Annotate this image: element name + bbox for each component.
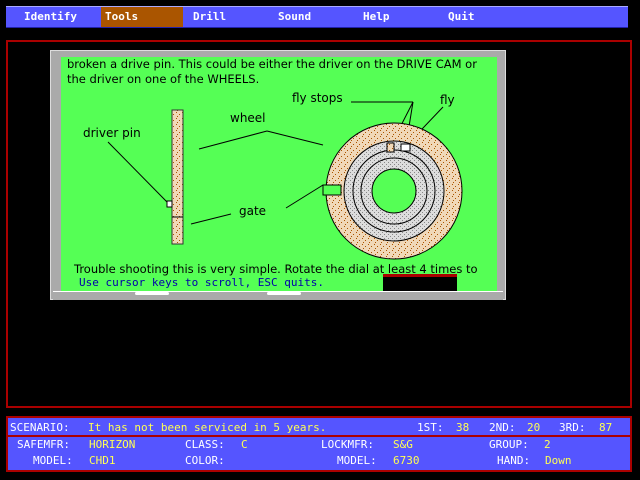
help-text-line-1: broken a drive pin. This could be either… (67, 57, 477, 71)
viewer-bottom-strip (53, 291, 503, 300)
driver-pin-marker (166, 200, 173, 208)
safemfr-label: SAFEMFR: (17, 438, 70, 451)
third-number-value: 87 (599, 421, 613, 434)
lock-model-label: MODEL: (337, 454, 377, 467)
help-text-line-2: the driver on one of the WHEELS. (67, 72, 260, 86)
scenario-value: It has not been serviced in 5 years. (88, 421, 327, 434)
fly-stop (386, 142, 395, 153)
label-wheel: wheel (230, 111, 266, 125)
menu-bar: Identify Tools Drill Sound Help Quit (6, 6, 628, 28)
second-number-label: 2ND: (489, 421, 516, 434)
class-value: C (241, 438, 248, 451)
safemfr-value: HORIZON (89, 438, 136, 451)
label-gate: gate (239, 204, 267, 218)
status-divider (8, 435, 630, 437)
group-label: GROUP: (489, 438, 529, 451)
fly (400, 143, 411, 152)
scroll-indicator[interactable] (383, 274, 457, 291)
wheel-hub (371, 168, 417, 214)
strip-notch-right (267, 292, 301, 295)
group-value: 2 (544, 438, 551, 451)
lockmfr-label: LOCKMFR: (321, 438, 374, 451)
first-number-value: 38 (456, 421, 470, 434)
label-fly-stops: fly stops (292, 91, 343, 105)
scenario-label: SCENARIO: (10, 421, 70, 434)
lockmfr-value: S&G (393, 438, 413, 451)
hand-value: Down (545, 454, 572, 467)
first-number-label: 1ST: (417, 421, 444, 434)
wheel-gate (322, 184, 342, 196)
menu-identify[interactable]: Identify (20, 7, 81, 27)
menu-help[interactable]: Help (359, 7, 394, 27)
class-label: CLASS: (185, 438, 225, 451)
wheel-edge-view (171, 109, 184, 245)
menu-sound[interactable]: Sound (274, 7, 315, 27)
model-label: MODEL: (33, 454, 73, 467)
menu-tools[interactable]: Tools (101, 7, 183, 27)
label-fly: fly (440, 93, 455, 107)
model-value: CHD1 (89, 454, 116, 467)
menu-quit[interactable]: Quit (444, 7, 479, 27)
second-number-value: 20 (527, 421, 541, 434)
hand-label: HAND: (497, 454, 531, 467)
scroll-hint: Use cursor keys to scroll, ESC quits. (79, 276, 325, 289)
lock-model-value: 6730 (393, 454, 420, 467)
help-viewer-content[interactable]: broken a drive pin. This could be either… (61, 57, 497, 291)
status-panel: SCENARIO: It has not been serviced in 5 … (6, 416, 632, 472)
color-label: COLOR: (185, 454, 225, 467)
third-number-label: 3RD: (559, 421, 586, 434)
menu-drill[interactable]: Drill (189, 7, 230, 27)
label-driver-pin: driver pin (83, 126, 141, 140)
strip-notch-left (135, 292, 169, 295)
lock-wheel-diagram (107, 101, 463, 260)
